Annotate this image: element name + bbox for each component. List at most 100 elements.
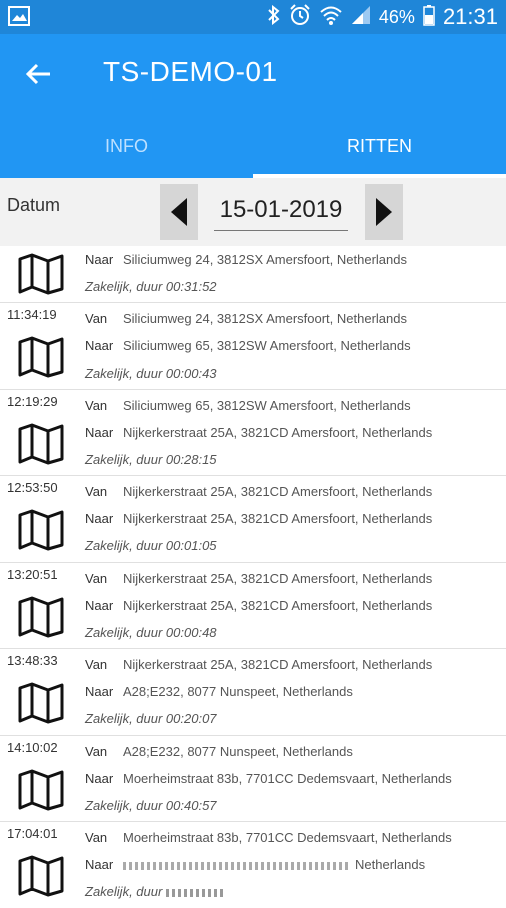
from-address: A28;E232, 8077 Nunspeet, Netherlands [123, 744, 353, 759]
map-icon[interactable] [18, 253, 64, 295]
to-label: Naar [85, 252, 114, 267]
trip-from-row: Van Moerheimstraat 83b, 7701CC Dedemsvaar… [85, 830, 452, 850]
trip-info: Zakelijk, duur [85, 884, 163, 899]
trip-time: 12:53:50 [7, 480, 58, 495]
map-icon[interactable] [18, 682, 64, 724]
map-icon[interactable] [18, 855, 64, 897]
to-label: Naar [85, 598, 114, 613]
trip-item[interactable]: 13:48:33 Van Nijkerkerstraat 25A, 3821CD … [0, 649, 506, 736]
trip-item[interactable]: 12:19:29 Van Siliciumweg 65, 3812SW Amers… [0, 390, 506, 476]
page-title: TS-DEMO-01 [103, 56, 278, 87]
triangle-right-icon [376, 198, 392, 226]
trip-info-row: Zakelijk, duur 00:31:52 [85, 279, 217, 299]
to-address: Moerheimstraat 83b, 7701CC Dedemsvaart, … [123, 771, 452, 786]
tab-info[interactable]: INFO [0, 114, 253, 178]
from-label: Van [85, 657, 108, 672]
trip-to-row: Naar Netherlands [85, 857, 425, 877]
trip-info: Zakelijk, duur 00:28:15 [85, 452, 217, 467]
map-icon[interactable] [18, 336, 64, 378]
from-label: Van [85, 830, 108, 845]
date-label: Datum [7, 195, 61, 215]
trip-item[interactable]: 14:10:02 Van A28;E232, 8077 Nunspeet, Net… [0, 736, 506, 822]
trip-time: 13:20:51 [7, 567, 58, 582]
trip-time: 17:04:01 [7, 826, 58, 841]
obscured-text [166, 888, 227, 897]
trip-item[interactable]: Naar Siliciumweg 24, 3812SX Amersfoort, N… [0, 246, 506, 303]
trip-to-row: Naar Moerheimstraat 83b, 7701CC Dedemsvaa… [85, 771, 452, 791]
trip-info-row: Zakelijk, duur 00:01:05 [85, 538, 217, 558]
trip-to-row: Naar Nijkerkerstraat 25A, 3821CD Amersfoo… [85, 425, 432, 445]
to-label: Naar [85, 771, 114, 786]
trip-info: Zakelijk, duur 00:40:57 [85, 798, 217, 813]
trip-time: 14:10:02 [7, 740, 58, 755]
from-address: Moerheimstraat 83b, 7701CC Dedemsvaart, … [123, 830, 452, 845]
from-address: Nijkerkerstraat 25A, 3821CD Amersfoort, … [123, 571, 433, 586]
trip-from-row: Van Siliciumweg 65, 3812SW Amersfoort, Ne… [85, 398, 411, 418]
from-address: Nijkerkerstraat 25A, 3821CD Amersfoort, … [123, 484, 433, 499]
to-label: Naar [85, 425, 114, 440]
trip-from-row: Van Siliciumweg 24, 3812SX Amersfoort, Ne… [85, 311, 407, 331]
to-address: Siliciumweg 24, 3812SX Amersfoort, Nethe… [123, 252, 407, 267]
to-address: A28;E232, 8077 Nunspeet, Netherlands [123, 684, 353, 699]
trip-from-row: Van Nijkerkerstraat 25A, 3821CD Amersfoor… [85, 484, 432, 504]
to-label: Naar [85, 338, 114, 353]
to-address: Netherlands [355, 857, 426, 872]
trip-item[interactable]: 11:34:19 Van Siliciumweg 24, 3812SX Amers… [0, 303, 506, 390]
battery-icon [423, 4, 435, 31]
previous-date-button[interactable] [160, 184, 198, 240]
bluetooth-icon [267, 4, 281, 30]
tab-bar: INFO RITTEN [0, 114, 506, 178]
trip-info: Zakelijk, duur 00:31:52 [85, 279, 217, 294]
trip-time: 13:48:33 [7, 653, 58, 668]
to-address: Nijkerkerstraat 25A, 3821CD Amersfoort, … [123, 598, 433, 613]
obscured-text [123, 861, 351, 870]
trip-info-row: Zakelijk, duur 00:28:15 [85, 452, 217, 472]
map-icon[interactable] [18, 596, 64, 638]
arrow-back-icon[interactable] [22, 58, 54, 90]
image-icon [8, 6, 30, 26]
trip-info: Zakelijk, duur 00:00:48 [85, 625, 217, 640]
battery-percent: 46% [378, 6, 415, 27]
signal-icon [351, 5, 371, 30]
alarm-icon [289, 3, 311, 31]
to-label: Naar [85, 857, 114, 872]
trip-item[interactable]: 17:04:01 Van Moerheimstraat 83b, 7701CC D… [0, 822, 506, 908]
trip-from-row: Van Nijkerkerstraat 25A, 3821CD Amersfoor… [85, 571, 432, 591]
from-address: Nijkerkerstraat 25A, 3821CD Amersfoort, … [123, 657, 433, 672]
trip-info: Zakelijk, duur 00:00:43 [85, 366, 217, 381]
date-field[interactable]: 15-01-2019 [214, 196, 348, 231]
from-label: Van [85, 484, 108, 499]
to-address: Nijkerkerstraat 25A, 3821CD Amersfoort, … [123, 425, 433, 440]
triangle-left-icon [171, 198, 187, 226]
trip-to-row: Naar Nijkerkerstraat 25A, 3821CD Amersfoo… [85, 511, 432, 531]
trip-info-row: Zakelijk, duur 00:00:48 [85, 625, 217, 645]
trip-info: Zakelijk, duur 00:20:07 [85, 711, 217, 726]
next-date-button[interactable] [365, 184, 403, 240]
map-icon[interactable] [18, 423, 64, 465]
status-bar: 46% 21:31 [0, 0, 506, 34]
trip-list: Naar Siliciumweg 24, 3812SX Amersfoort, N… [0, 246, 506, 908]
from-label: Van [85, 398, 108, 413]
map-icon[interactable] [18, 509, 64, 551]
to-label: Naar [85, 684, 114, 699]
trip-to-row: Naar A28;E232, 8077 Nunspeet, Netherlands [85, 684, 353, 704]
from-label: Van [85, 571, 108, 586]
to-address: Siliciumweg 65, 3812SW Amersfoort, Nethe… [123, 338, 411, 353]
map-icon[interactable] [18, 769, 64, 811]
trip-time: 12:19:29 [7, 394, 58, 409]
trip-to-row: Naar Siliciumweg 24, 3812SX Amersfoort, N… [85, 252, 407, 272]
trip-time: 11:34:19 [7, 307, 57, 322]
trip-from-row: Van A28;E232, 8077 Nunspeet, Netherlands [85, 744, 353, 764]
wifi-icon [319, 5, 343, 30]
to-address: Nijkerkerstraat 25A, 3821CD Amersfoort, … [123, 511, 433, 526]
trip-from-row: Van Nijkerkerstraat 25A, 3821CD Amersfoor… [85, 657, 432, 677]
trip-item[interactable]: 12:53:50 Van Nijkerkerstraat 25A, 3821CD … [0, 476, 506, 563]
from-label: Van [85, 311, 108, 326]
app-bar: TS-DEMO-01 [0, 34, 506, 114]
clock: 21:31 [442, 4, 498, 29]
to-label: Naar [85, 511, 114, 526]
trip-to-row: Naar Siliciumweg 65, 3812SW Amersfoort, N… [85, 338, 411, 358]
trip-item[interactable]: 13:20:51 Van Nijkerkerstraat 25A, 3821CD … [0, 563, 506, 649]
tab-ritten[interactable]: RITTEN [253, 114, 506, 178]
from-label: Van [85, 744, 108, 759]
